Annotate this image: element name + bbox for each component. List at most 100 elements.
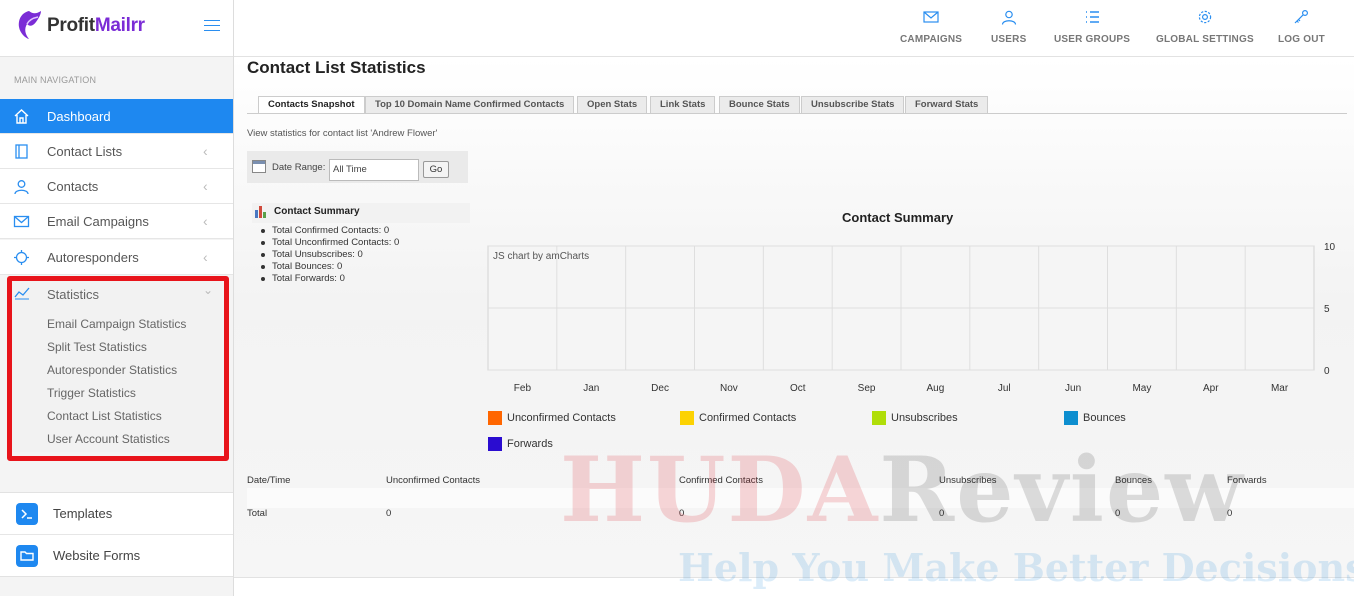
- sidebar-item-label: Contact Lists: [47, 144, 123, 159]
- sidebar-item-autoresponders[interactable]: Autoresponders ‹: [0, 240, 233, 275]
- summary-list: Total Confirmed Contacts: 0 Total Unconf…: [260, 225, 400, 285]
- envelope-icon: [13, 215, 30, 228]
- chevron-left-icon: ‹: [203, 213, 208, 229]
- sidebar-item-label: Email Campaigns: [47, 214, 149, 229]
- go-button[interactable]: Go: [423, 161, 449, 178]
- sidebar-item-label: Contacts: [47, 179, 99, 194]
- table-header-unsubscribes: Unsubscribes: [939, 475, 997, 486]
- main-content: Contact List Statistics Contacts Snapsho…: [234, 57, 1354, 596]
- contact-summary-chart: 10 5 0 Feb Jan Dec Nov Oct Sep Aug Jul Jun May Apr Mar…: [487, 242, 1336, 394]
- summary-item: Total Forwards: 0: [260, 273, 399, 285]
- nav-heading: MAIN NAVIGATION: [14, 75, 97, 85]
- x-tick-label: Feb: [514, 383, 532, 394]
- menu-toggle-icon[interactable]: [204, 20, 220, 32]
- sidebar: ProfitMailrr MAIN NAVIGATION Dashboard C…: [0, 0, 234, 596]
- folder-icon: [16, 545, 38, 567]
- x-tick-label: Mar: [1271, 383, 1289, 394]
- table-cell: 0: [386, 508, 392, 519]
- sidebar-item-label: Templates: [53, 506, 113, 521]
- summary-item: Total Unconfirmed Contacts: 0: [260, 237, 400, 248]
- tab-bounce-stats[interactable]: Bounce Stats: [719, 96, 800, 114]
- envelope-icon: [923, 11, 939, 23]
- list-description: View statistics for contact list 'Andrew…: [247, 128, 438, 139]
- legend-label: Bounces: [1083, 412, 1126, 424]
- topnav-label: USER GROUPS: [1054, 34, 1131, 45]
- sidebar-item-templates[interactable]: Templates: [0, 493, 233, 535]
- summary-item: Total Confirmed Contacts: 0: [260, 225, 399, 237]
- sidebar-item-email-campaigns[interactable]: Email Campaigns ‹: [0, 204, 233, 239]
- sidebar-item-label: Website Forms: [53, 548, 141, 563]
- sidebar-item-label: Dashboard: [47, 109, 111, 124]
- tab-link-stats[interactable]: Link Stats: [650, 96, 716, 114]
- x-tick-label: Dec: [651, 383, 669, 394]
- topnav-label: LOG OUT: [1278, 34, 1325, 45]
- date-range-select[interactable]: All Time: [329, 159, 419, 181]
- date-range-panel: Date Range: All Time Go: [247, 151, 468, 183]
- chart-title: Contact Summary: [842, 210, 954, 225]
- tab-forward-stats[interactable]: Forward Stats: [905, 96, 989, 114]
- tab-divider: [247, 113, 1347, 114]
- brand-header: ProfitMailrr: [0, 0, 233, 57]
- topnav-global-settings[interactable]: GLOBAL SETTINGS: [1156, 9, 1254, 47]
- chevron-left-icon: ‹: [203, 178, 208, 194]
- x-tick-label: Jan: [583, 383, 599, 394]
- legend-swatch: [488, 437, 502, 451]
- key-icon: [1295, 9, 1309, 24]
- legend-label: Unconfirmed Contacts: [507, 412, 616, 424]
- topnav-user-groups[interactable]: USER GROUPS: [1054, 9, 1130, 47]
- x-tick-label: Sep: [858, 383, 876, 394]
- topnav-label: GLOBAL SETTINGS: [1156, 34, 1254, 45]
- sidebar-item-dashboard[interactable]: Dashboard: [0, 99, 233, 134]
- x-tick-label: Jun: [1065, 383, 1081, 394]
- tab-contacts-snapshot[interactable]: Contacts Snapshot: [258, 96, 365, 114]
- sidebar-item-contact-lists[interactable]: Contact Lists ‹: [0, 134, 233, 169]
- terminal-icon: [16, 503, 38, 525]
- topnav-label: USERS: [991, 34, 1027, 45]
- x-tick-label: Nov: [720, 383, 738, 394]
- table-row: [247, 488, 1354, 508]
- home-icon: [14, 109, 29, 124]
- tab-top-10-domain[interactable]: Top 10 Domain Name Confirmed Contacts: [365, 96, 575, 114]
- tab-unsubscribe-stats[interactable]: Unsubscribe Stats: [801, 96, 905, 114]
- brand-name[interactable]: ProfitMailrr: [47, 15, 145, 37]
- user-icon: [1001, 10, 1016, 25]
- sidebar-item-contacts[interactable]: Contacts ‹: [0, 169, 233, 204]
- sidebar-item-website-forms[interactable]: Website Forms: [0, 535, 233, 577]
- crosshair-icon: [14, 250, 29, 265]
- legend-label: Forwards: [507, 438, 553, 450]
- topnav-campaigns[interactable]: CAMPAIGNS: [900, 9, 962, 47]
- table-header-bounces: Bounces: [1115, 475, 1152, 486]
- y-tick-label: 10: [1324, 242, 1336, 253]
- page-title: Contact List Statistics: [247, 58, 426, 77]
- summary-item: Total Bounces: 0: [260, 261, 399, 273]
- date-range-label: Date Range:: [272, 162, 326, 173]
- topnav-users[interactable]: USERS: [991, 9, 1026, 47]
- legend-label: Confirmed Contacts: [699, 412, 797, 424]
- list-icon: [1086, 11, 1100, 23]
- user-icon: [14, 180, 29, 195]
- table-cell: 0: [679, 508, 685, 519]
- legend-swatch: [488, 411, 502, 425]
- highlight-outline: [7, 276, 229, 461]
- tab-open-stats[interactable]: Open Stats: [577, 96, 648, 114]
- x-tick-label: May: [1132, 383, 1151, 394]
- contact-summary-heading: Contact Summary: [252, 203, 470, 223]
- footer-strip: [234, 577, 1354, 596]
- chevron-left-icon: ‹: [203, 143, 208, 159]
- table-cell: 0: [939, 508, 945, 519]
- table-header-confirmed: Confirmed Contacts: [679, 475, 763, 486]
- topnav-log-out[interactable]: LOG OUT: [1278, 9, 1325, 47]
- y-tick-label: 5: [1324, 304, 1330, 315]
- legend-label: Unsubscribes: [891, 412, 958, 424]
- y-tick-label: 0: [1324, 366, 1330, 377]
- calendar-icon: [252, 160, 266, 173]
- x-tick-label: Jul: [998, 383, 1011, 394]
- table-cell: 0: [1115, 508, 1121, 519]
- x-tick-label: Aug: [927, 383, 945, 394]
- logo-icon: [18, 11, 41, 39]
- chevron-left-icon: ‹: [203, 249, 208, 265]
- table-header-datetime: Date/Time: [247, 475, 291, 486]
- chart-credit: JS chart by amCharts: [493, 251, 589, 262]
- table-header-forwards: Forwards: [1227, 475, 1267, 486]
- book-icon: [15, 144, 28, 159]
